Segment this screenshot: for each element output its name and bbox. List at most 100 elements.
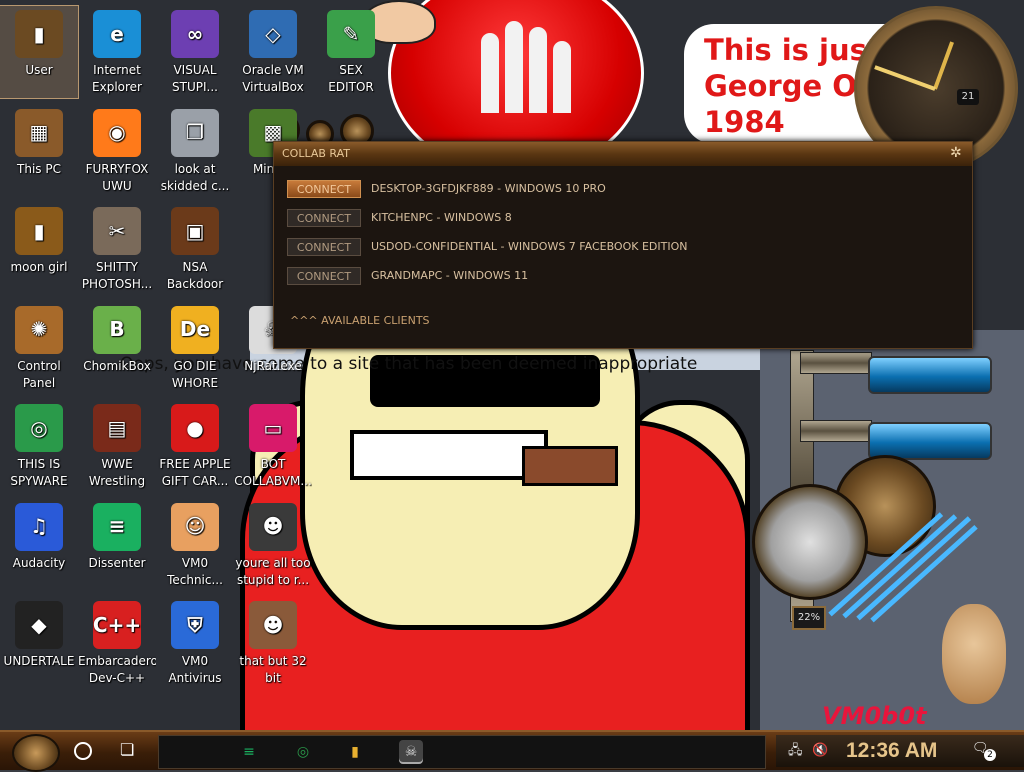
desktop-icon-bot-collabvm[interactable]: ▭ BOT COLLABVM... [234, 400, 312, 492]
folder-icon: ▮ [351, 744, 359, 760]
wrestling-icon: ▤ [93, 404, 141, 452]
steampunk-gauge [752, 484, 868, 600]
desktop-icon-label: User [25, 63, 53, 77]
desktop-icon-label: BOT COLLABVM... [234, 457, 312, 488]
skull-icon: ☠ [404, 744, 418, 760]
wallpaper-character-mouth [350, 430, 548, 480]
desktop-icon-shitty-photoshop[interactable]: ✂ SHITTY PHOTOSH... [78, 203, 156, 295]
box-icon: ▮ [15, 207, 63, 255]
steampunk-pipe [800, 420, 872, 442]
desktop-icon-wwe-wrestling[interactable]: ▤ WWE Wrestling [78, 400, 156, 492]
desktop-icon-this-pc[interactable]: ▦ This PC [0, 105, 78, 197]
collab-rat-window[interactable]: COLLAB RAT ✲ CONNECT DESKTOP-3GFDJKF889 -… [273, 141, 973, 349]
desktop-icon-label: SHITTY PHOTOSH... [81, 260, 153, 291]
desktop-icon-label: youre all too stupid to r... [235, 555, 311, 587]
editor-icon: ✎ [327, 10, 375, 58]
desktop-icon-this-is-spyware[interactable]: ◎ THIS IS SPYWARE [0, 400, 78, 492]
copy-icon: ❐ [171, 108, 219, 157]
desktop-icon-internet-explorer[interactable]: e Internet Explorer [78, 6, 156, 98]
desktop-icon-go-die-whore[interactable]: De GO DIE WHORE [156, 302, 234, 394]
desktop-icon-label: NSA Backdoor [166, 260, 224, 291]
desktop-icon-nsa-backdoor[interactable]: ▣ NSA Backdoor [156, 203, 234, 295]
desktop-icon-label: Dissenter [88, 555, 146, 570]
desktop-icon-label: UNDERTALE [3, 654, 75, 668]
desktop-icon-visual-studio[interactable]: ∞ VISUAL STUPI... [156, 6, 234, 98]
desktop-icon-user[interactable]: ▮ User [0, 5, 79, 99]
wallpaper-hamster [942, 604, 1006, 704]
rat-available-clients-label: ^^^ AVAILABLE CLIENTS [290, 314, 430, 327]
search-icon[interactable] [74, 742, 92, 760]
shield-icon: ⛨ [171, 601, 219, 649]
devcpp-icon: C++ [93, 601, 141, 649]
folder-icon: ▮ [15, 10, 63, 58]
steampunk-tube [868, 356, 992, 394]
settings-gear-icon[interactable]: ✲ [950, 146, 964, 160]
desktop-icon-that-but-32-bit[interactable]: ☻ that but 32 bit [234, 597, 312, 689]
desktop-icon-audacity[interactable]: ♫ Audacity [0, 499, 78, 591]
desktop-icon-label: VM0 Technic... [167, 555, 223, 587]
desktop-icon-sex-editor[interactable]: ✎ SEX EDITOR [312, 6, 390, 98]
desktop-icon-label: This PC [17, 161, 61, 176]
connect-button[interactable]: CONNECT [287, 267, 361, 285]
apple-icon: ● [171, 404, 219, 452]
desktop-icon-moon-girl[interactable]: ▮ moon girl [0, 203, 78, 295]
desktop-icon-label: Control Panel [17, 358, 61, 390]
steampunk-gauge-percent: 22% [792, 606, 826, 630]
wallpaper-logo-finger [505, 21, 523, 113]
rat-client-row: CONNECT GRANDMAPC - WINDOWS 11 [287, 267, 947, 287]
desktop-icon-label: moon girl [10, 260, 68, 274]
dissenter-icon: ≡ [93, 502, 141, 551]
notification-center-button[interactable]: 🗨 2 [972, 741, 996, 761]
desktop-icon-label: FURRYFOX UWU [85, 161, 149, 193]
network-icon[interactable]: 🖧 [788, 743, 804, 759]
volume-muted-icon[interactable]: 🔇 [812, 743, 828, 759]
desktop-icon-virtualbox[interactable]: ◇ Oracle VM VirtualBox [234, 6, 312, 98]
task-view-icon[interactable]: ❏ [120, 740, 140, 760]
monitor-icon: ▭ [249, 404, 297, 452]
connect-button[interactable]: CONNECT [287, 209, 361, 227]
clock-hour-hand [933, 41, 954, 90]
connect-button[interactable]: CONNECT [287, 238, 361, 256]
desktop-icon-control-panel[interactable]: ✺ Control Panel [0, 302, 78, 394]
clock-minute-hand [874, 65, 936, 91]
desktop-icon-embarcadero[interactable]: C++ Embarcadero Dev-C++ [78, 597, 156, 689]
start-button[interactable] [12, 734, 60, 772]
lightbulb-icon: ✺ [15, 305, 63, 354]
rat-window-titlebar[interactable]: COLLAB RAT ✲ [274, 142, 972, 166]
taskbar-app-njrat[interactable]: ☠ [399, 740, 423, 764]
desktop-icon-chomikbox[interactable]: B ChomikBox [78, 302, 156, 394]
taskbar-app-chrome[interactable]: ◎ [291, 740, 315, 764]
de-icon: De [171, 305, 219, 354]
taskbar: ❏ ≡ ◎ ▮ ☠ 🖧 🔇 12:36 AM 🗨 2 [0, 730, 1024, 772]
desktop-icon-vm0-technic[interactable]: ☺ VM0 Technic... [156, 499, 234, 591]
desktop-icon-label: Oracle VM VirtualBox [242, 63, 304, 94]
taskbar-app-dissenter[interactable]: ≡ [237, 740, 261, 764]
desktop-icon-free-apple[interactable]: ● FREE APPLE GIFT CAR... [156, 400, 234, 492]
taskbar-clock[interactable]: 12:36 AM [846, 737, 937, 765]
rat-client-row: CONNECT DESKTOP-3GFDJKF889 - WINDOWS 10 P… [287, 180, 947, 200]
doctor-icon: ☺ [171, 502, 219, 551]
desktop-icon-label: WWE Wrestling [88, 457, 146, 488]
wallpaper-character-cigar [522, 446, 618, 486]
wallpaper-logo-finger [553, 41, 571, 113]
rat-client-row: CONNECT USDOD-CONFIDENTIAL - WINDOWS 7 FA… [287, 238, 947, 258]
taskbar-app-file-explorer[interactable]: ▮ [343, 740, 367, 764]
desktop-icon-label: VM0 Antivirus [168, 654, 222, 685]
rat-client-row: CONNECT KITCHENPC - WINDOWS 8 [287, 209, 947, 229]
desktop-icon-dissenter[interactable]: ≡ Dissenter [78, 499, 156, 591]
edge-icon: e [93, 10, 141, 58]
unity-icon: ◆ [15, 601, 63, 649]
portrait-icon: ☻ [249, 601, 297, 649]
desktop-icon-label: NjRat.exe [244, 358, 302, 373]
desktop-icon-look-at-skidded[interactable]: ❐ look at skidded c... [156, 105, 234, 197]
rat-client-name: DESKTOP-3GFDJKF889 - WINDOWS 10 PRO [371, 182, 606, 195]
desktop-icon-label: ChomikBox [83, 358, 151, 373]
desktop-icon-vm0-antivirus[interactable]: ⛨ VM0 Antivirus [156, 597, 234, 689]
desktop-icon-undertale[interactable]: ◆ UNDERTALE [0, 597, 78, 689]
wallpaper-brand-logo: VM0b0t [822, 702, 927, 730]
desktop-icon-furryfox[interactable]: ◉ FURRYFOX UWU [78, 105, 156, 197]
desktop-icon-label: that but 32 bit [239, 654, 307, 685]
dissenter-icon: ≡ [243, 744, 255, 760]
connect-button[interactable]: CONNECT [287, 180, 361, 198]
desktop-icon-youre-all-too-stupid[interactable]: ☻ youre all too stupid to r... [234, 499, 312, 591]
